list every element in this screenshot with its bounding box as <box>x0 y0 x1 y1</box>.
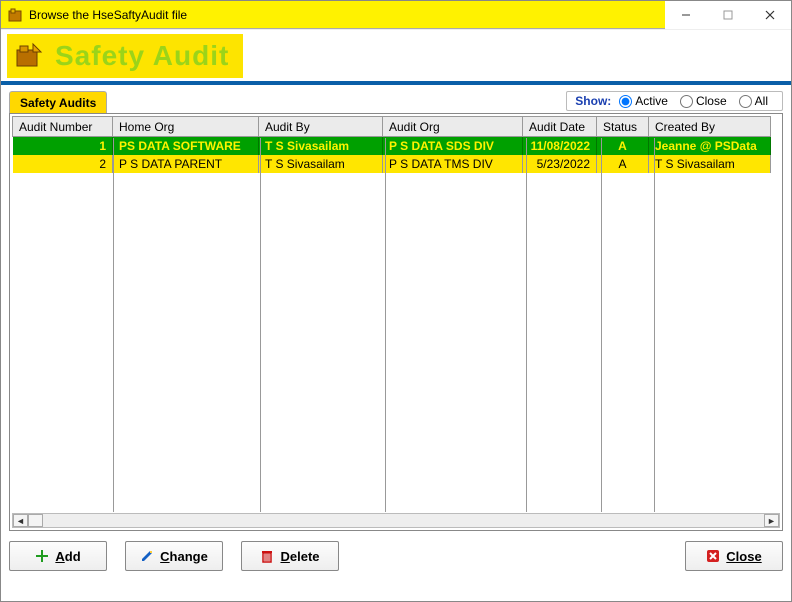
filter-group: Show: Active Close All <box>566 91 783 111</box>
col-audit-org[interactable]: Audit Org <box>383 117 523 137</box>
cell-home-org: PS DATA SOFTWARE <box>113 137 259 155</box>
cell-audit-number: 1 <box>13 137 113 155</box>
window-title: Browse the HseSaftyAudit file <box>29 8 187 22</box>
filter-all[interactable]: All <box>739 94 768 108</box>
col-audit-number[interactable]: Audit Number <box>13 117 113 137</box>
cell-created-by: T S Sivasailam <box>649 155 771 173</box>
banner-icon <box>13 40 45 72</box>
filter-close-label: Close <box>696 94 727 108</box>
grid-panel: Audit Number Home Org Audit By Audit Org… <box>9 113 783 531</box>
delete-label: Delete <box>280 549 319 564</box>
pencil-icon <box>140 549 154 563</box>
tab-row: Safety Audits Show: Active Close All <box>1 85 791 113</box>
grid-header-row: Audit Number Home Org Audit By Audit Org… <box>13 117 771 137</box>
cell-audit-by: T S Sivasailam <box>259 155 383 173</box>
footer-buttons: Add Change Delete <box>9 541 783 571</box>
cell-audit-by: T S Sivasailam <box>259 137 383 155</box>
titlebar: Browse the HseSaftyAudit file <box>1 1 791 29</box>
maximize-button[interactable] <box>707 1 749 29</box>
cell-audit-org: P S DATA TMS DIV <box>383 155 523 173</box>
grid-row[interactable]: 2 P S DATA PARENT T S Sivasailam P S DAT… <box>13 155 771 173</box>
add-button[interactable]: Add <box>9 541 107 571</box>
close-icon <box>706 549 720 563</box>
plus-icon <box>35 549 49 563</box>
filter-all-radio[interactable] <box>739 95 752 108</box>
grid-column-lines <box>12 138 780 512</box>
grid-row[interactable]: 1 PS DATA SOFTWARE T S Sivasailam P S DA… <box>13 137 771 155</box>
filter-close[interactable]: Close <box>680 94 727 108</box>
filter-close-radio[interactable] <box>680 95 693 108</box>
grid-area: Audit Number Home Org Audit By Audit Org… <box>12 116 780 512</box>
banner: Safety Audit <box>7 34 243 78</box>
close-button[interactable]: Close <box>685 541 783 571</box>
tab-safety-audits[interactable]: Safety Audits <box>9 91 107 113</box>
window-controls <box>665 1 791 29</box>
scroll-right-button[interactable]: ► <box>764 514 779 527</box>
app-icon <box>7 7 23 23</box>
banner-area: Safety Audit <box>1 29 791 85</box>
col-created-by[interactable]: Created By <box>649 117 771 137</box>
data-grid[interactable]: Audit Number Home Org Audit By Audit Org… <box>12 116 771 173</box>
horizontal-scrollbar[interactable]: ◄ ► <box>12 513 780 528</box>
cell-audit-number: 2 <box>13 155 113 173</box>
banner-title: Safety Audit <box>55 40 229 72</box>
grid-body: 1 PS DATA SOFTWARE T S Sivasailam P S DA… <box>13 137 771 173</box>
change-button[interactable]: Change <box>125 541 223 571</box>
trash-icon <box>260 549 274 563</box>
close-label: Close <box>726 549 761 564</box>
cell-home-org: P S DATA PARENT <box>113 155 259 173</box>
cell-audit-org: P S DATA SDS DIV <box>383 137 523 155</box>
cell-status: A <box>597 155 649 173</box>
delete-button[interactable]: Delete <box>241 541 339 571</box>
tab-label: Safety Audits <box>20 96 96 110</box>
add-label: Add <box>55 549 80 564</box>
close-window-button[interactable] <box>749 1 791 29</box>
filter-active-label: Active <box>635 94 668 108</box>
cell-audit-date: 5/23/2022 <box>523 155 597 173</box>
scroll-thumb[interactable] <box>28 514 43 527</box>
cell-status: A <box>597 137 649 155</box>
change-label: Change <box>160 549 208 564</box>
filter-all-label: All <box>755 94 768 108</box>
filter-label: Show: <box>575 94 611 108</box>
cell-created-by: Jeanne @ PSData <box>649 137 771 155</box>
col-audit-date[interactable]: Audit Date <box>523 117 597 137</box>
col-status[interactable]: Status <box>597 117 649 137</box>
filter-active[interactable]: Active <box>619 94 668 108</box>
filter-active-radio[interactable] <box>619 95 632 108</box>
minimize-button[interactable] <box>665 1 707 29</box>
col-home-org[interactable]: Home Org <box>113 117 259 137</box>
col-audit-by[interactable]: Audit By <box>259 117 383 137</box>
cell-audit-date: 11/08/2022 <box>523 137 597 155</box>
scroll-left-button[interactable]: ◄ <box>13 514 28 527</box>
